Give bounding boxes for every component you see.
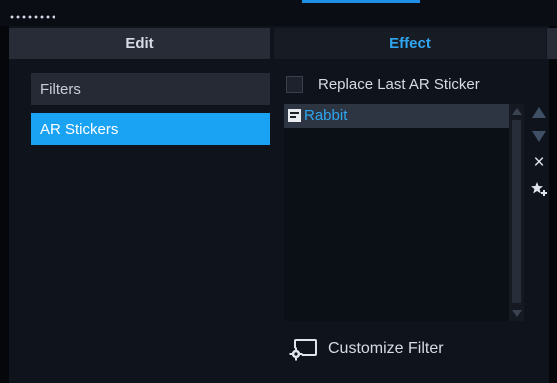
effects-panel: Edit Effect Filters AR Stickers Replace …: [0, 0, 557, 383]
tab-effect[interactable]: Effect: [274, 28, 546, 59]
right-border: [549, 26, 557, 383]
move-down-icon: [532, 130, 546, 142]
category-ar-stickers[interactable]: AR Stickers: [31, 113, 270, 145]
scroll-down-icon[interactable]: [512, 310, 522, 317]
move-down-button[interactable]: [531, 128, 547, 144]
left-border: [0, 26, 9, 383]
move-up-icon: [532, 106, 546, 118]
scrollbar[interactable]: [509, 104, 524, 321]
replace-last-ar-sticker-label: Replace Last AR Sticker: [318, 76, 480, 93]
effects-star-icon: [531, 182, 547, 196]
customize-filter-label: Customize Filter: [328, 340, 444, 357]
close-icon: ×: [533, 152, 545, 173]
sticker-list: Rabbit: [284, 104, 509, 321]
title-bar: [0, 0, 557, 26]
category-filters[interactable]: Filters: [31, 73, 270, 105]
list-item[interactable]: Rabbit: [284, 104, 509, 128]
effects-button[interactable]: [531, 181, 547, 197]
customize-filter-button[interactable]: Customize Filter: [288, 336, 444, 362]
customize-filter-icon: [289, 339, 317, 361]
sticker-icon: [288, 109, 301, 122]
move-up-button[interactable]: [531, 104, 547, 120]
tab-overflow: [547, 28, 557, 59]
replace-last-ar-sticker-checkbox[interactable]: [286, 76, 303, 93]
tab-edit[interactable]: Edit: [9, 28, 270, 59]
scroll-up-icon[interactable]: [512, 108, 522, 115]
list-item-label: Rabbit: [304, 107, 348, 124]
scrollbar-thumb[interactable]: [512, 120, 521, 303]
title-accent-bar: [302, 0, 420, 3]
delete-button[interactable]: ×: [531, 152, 547, 173]
grip-dots-icon[interactable]: [9, 14, 55, 20]
